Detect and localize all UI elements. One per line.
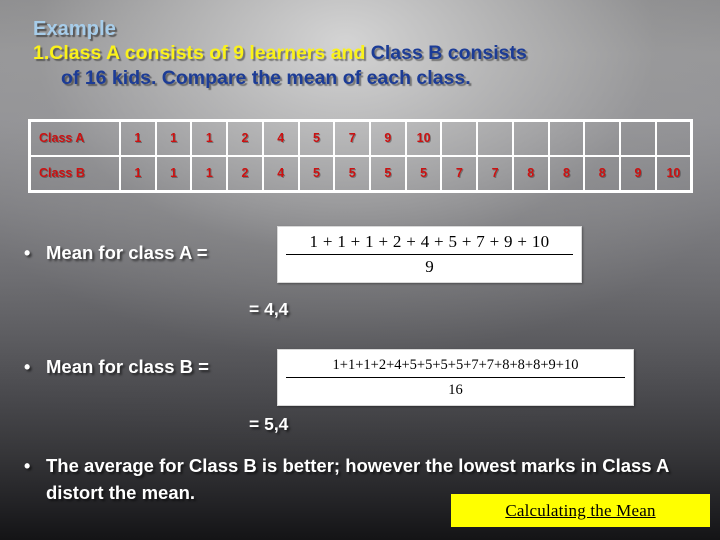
cell-a-13 bbox=[547, 119, 586, 157]
cell-b-5: 4 bbox=[261, 155, 300, 193]
title-block: Example 1.Class A consists of 9 learners… bbox=[33, 17, 693, 91]
question-line-1: 1.Class A consists of 9 learners and Cla… bbox=[33, 41, 693, 66]
question-line-1-yellow: Class A consists of 9 learners and bbox=[49, 42, 371, 64]
row-header-class-b: Class B bbox=[28, 155, 121, 193]
cell-b-13: 8 bbox=[547, 155, 586, 193]
cell-a-7: 7 bbox=[333, 119, 372, 157]
question-line-1-blue: Class B consists bbox=[370, 42, 527, 64]
cell-b-8: 5 bbox=[369, 155, 407, 193]
cell-b-15: 9 bbox=[619, 155, 657, 193]
question-number: 1. bbox=[33, 42, 50, 64]
cell-a-8: 9 bbox=[369, 119, 407, 157]
cell-a-3: 1 bbox=[190, 119, 229, 157]
cell-b-6: 5 bbox=[297, 155, 336, 193]
result-mean-class-b: = 5,4 bbox=[249, 414, 289, 434]
footer-banner[interactable]: Calculating the Mean bbox=[451, 494, 710, 527]
cell-b-3: 1 bbox=[190, 155, 229, 193]
result-mean-class-a: = 4,4 bbox=[249, 299, 289, 319]
cell-b-7: 5 bbox=[333, 155, 372, 193]
cell-a-14 bbox=[583, 119, 622, 157]
cell-a-11 bbox=[476, 119, 514, 157]
formula-a-numerator: 1 + 1 + 1 + 2 + 4 + 5 + 7 + 9 + 10 bbox=[286, 231, 573, 255]
table-row: Class A 1 1 1 2 4 5 7 9 10 bbox=[28, 119, 693, 157]
cell-b-14: 8 bbox=[583, 155, 622, 193]
bullet-mean-class-b: • Mean for class B = bbox=[24, 356, 209, 378]
cell-a-2: 1 bbox=[154, 119, 193, 157]
cell-a-10 bbox=[440, 119, 479, 157]
bullet-mean-class-a: • Mean for class A = bbox=[24, 242, 208, 264]
cell-b-9: 5 bbox=[404, 155, 443, 193]
cell-a-16 bbox=[654, 119, 693, 157]
question-line-2-blue: of 16 kids. Compare the mean of each cla… bbox=[61, 67, 471, 89]
formula-b-denominator: 16 bbox=[448, 382, 463, 398]
bullet-dot-icon: • bbox=[24, 456, 31, 476]
cell-b-11: 7 bbox=[476, 155, 514, 193]
cell-a-6: 5 bbox=[297, 119, 336, 157]
formula-b-numerator: 1+1+1+2+4+5+5+5+5+7+7+8+8+8+9+10 bbox=[286, 354, 625, 378]
cell-b-2: 1 bbox=[154, 155, 193, 193]
cell-b-4: 2 bbox=[226, 155, 264, 193]
bullet-dot-icon: • bbox=[24, 357, 31, 377]
formula-a-denominator: 9 bbox=[425, 257, 434, 276]
cell-a-4: 2 bbox=[226, 119, 264, 157]
footer-banner-label: Calculating the Mean bbox=[505, 500, 656, 520]
formula-mean-class-a: 1 + 1 + 1 + 2 + 4 + 5 + 7 + 9 + 10 9 bbox=[277, 226, 582, 283]
cell-b-16: 10 bbox=[654, 155, 693, 193]
bullet-mean-class-b-label: Mean for class B = bbox=[46, 356, 209, 377]
slide-canvas: Example 1.Class A consists of 9 learners… bbox=[0, 0, 720, 540]
table-row: Class B 1 1 1 2 4 5 5 5 5 7 7 8 8 8 9 10 bbox=[28, 155, 693, 193]
cell-a-12 bbox=[511, 119, 550, 157]
question-line-2: of 16 kids. Compare the mean of each cla… bbox=[33, 66, 693, 91]
page-title: Example bbox=[33, 18, 116, 40]
formula-mean-class-b: 1+1+1+2+4+5+5+5+5+7+7+8+8+8+9+10 16 bbox=[277, 349, 634, 406]
cell-b-10: 7 bbox=[440, 155, 479, 193]
cell-a-1: 1 bbox=[119, 119, 157, 157]
bullet-mean-class-a-label: Mean for class A = bbox=[46, 242, 208, 263]
cell-a-15 bbox=[619, 119, 657, 157]
cell-a-9: 10 bbox=[404, 119, 443, 157]
bullet-dot-icon: • bbox=[24, 243, 31, 263]
cell-b-1: 1 bbox=[119, 155, 157, 193]
cell-a-5: 4 bbox=[261, 119, 300, 157]
row-header-class-a: Class A bbox=[28, 119, 121, 157]
cell-b-12: 8 bbox=[511, 155, 550, 193]
class-data-table: Class A 1 1 1 2 4 5 7 9 10 Class B 1 1 1… bbox=[28, 119, 693, 193]
